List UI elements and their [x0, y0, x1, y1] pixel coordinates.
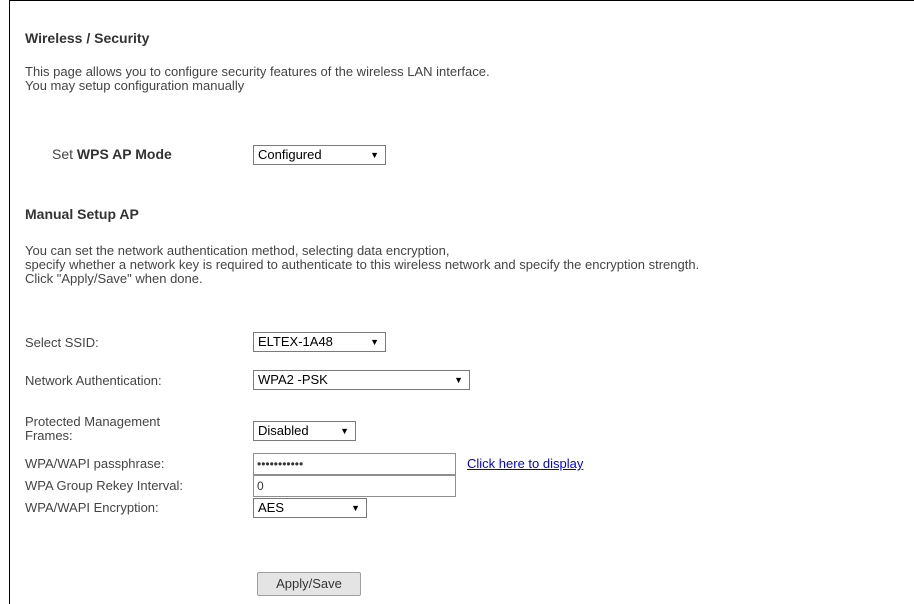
chevron-down-icon: ▼	[370, 150, 379, 160]
encryption-select[interactable]: AES ▼	[253, 498, 367, 518]
ssid-value: ELTEX-1A48	[258, 334, 333, 349]
wps-mode-value: Configured	[258, 147, 322, 162]
wps-mode-label: Set WPS AP Mode	[52, 147, 172, 161]
rekey-interval-label: WPA Group Rekey Interval:	[25, 478, 183, 493]
wps-mode-select[interactable]: Configured ▼	[253, 145, 386, 165]
manual-desc-line2: specify whether a network key is require…	[25, 257, 700, 272]
wps-mode-label-bold: WPS AP Mode	[76, 146, 172, 162]
intro-text-line1: This page allows you to configure securi…	[25, 64, 490, 79]
pmf-value: Disabled	[258, 423, 309, 438]
passphrase-input[interactable]: •••••••••••	[253, 453, 456, 475]
encryption-value: AES	[258, 500, 285, 515]
chevron-down-icon: ▼	[454, 375, 463, 385]
chevron-down-icon: ▼	[370, 337, 379, 347]
chevron-down-icon: ▼	[340, 426, 349, 436]
display-passphrase-link[interactable]: Click here to display	[467, 457, 583, 471]
manual-setup-heading: Manual Setup AP	[25, 206, 139, 222]
apply-save-button[interactable]: Apply/Save	[257, 572, 361, 596]
encryption-label: WPA/WAPI Encryption:	[25, 500, 159, 515]
manual-desc-line1: You can set the network authentication m…	[25, 243, 450, 258]
auth-select[interactable]: WPA2 -PSK ▼	[253, 370, 470, 390]
auth-label: Network Authentication:	[25, 373, 162, 388]
chevron-down-icon: ▼	[351, 503, 360, 513]
auth-value: WPA2 -PSK	[258, 372, 328, 387]
pmf-label-line1: Protected Management	[25, 414, 161, 429]
intro-text-line2: You may setup configuration manually	[25, 78, 245, 93]
wps-mode-label-prefix: Set	[52, 146, 74, 162]
pmf-label-line2: Frames:	[25, 428, 73, 443]
passphrase-label: WPA/WAPI passphrase:	[25, 456, 165, 471]
pmf-select[interactable]: Disabled ▼	[253, 421, 356, 441]
manual-desc-line3: Click "Apply/Save" when done.	[25, 271, 203, 286]
page-title: Wireless / Security	[25, 30, 150, 46]
ssid-select[interactable]: ELTEX-1A48 ▼	[253, 332, 386, 352]
ssid-label: Select SSID:	[25, 335, 99, 350]
rekey-interval-input[interactable]: 0	[253, 475, 456, 497]
